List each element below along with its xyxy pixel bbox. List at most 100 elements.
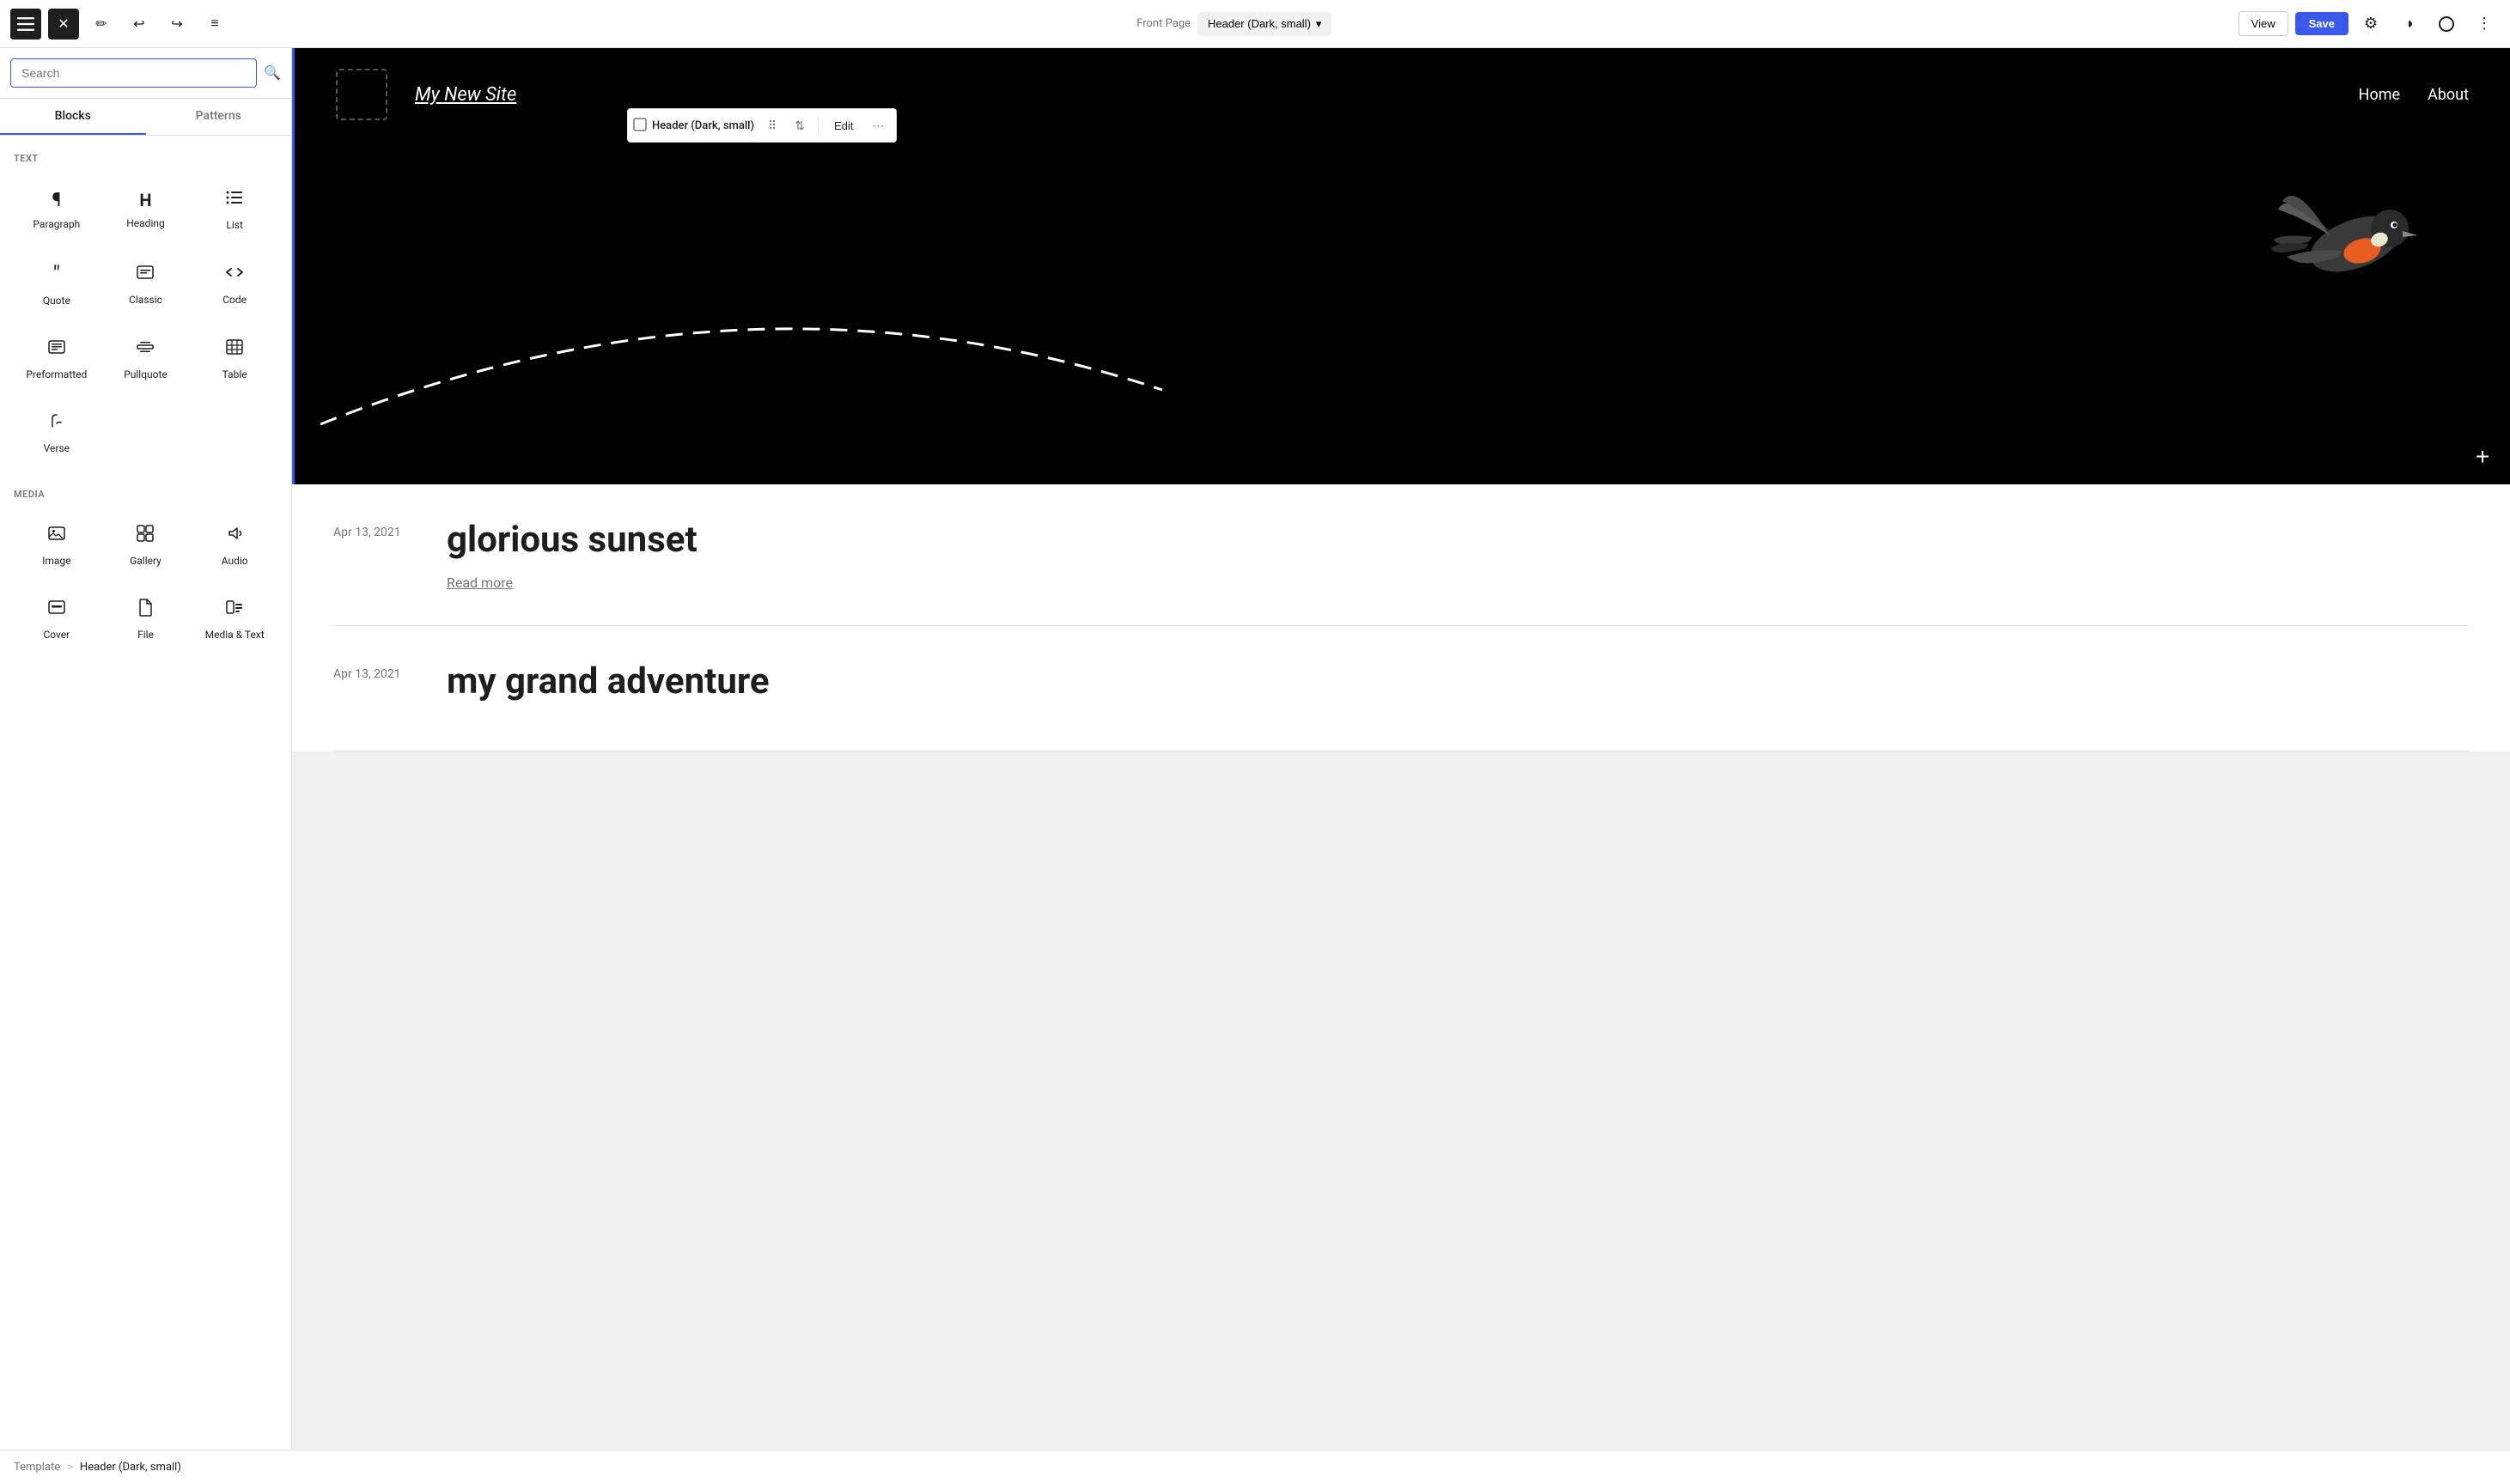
cover-icon xyxy=(47,598,66,622)
block-preformatted[interactable]: Preformatted xyxy=(14,324,100,394)
media-text-icon xyxy=(225,598,244,622)
block-pullquote[interactable]: Pullquote xyxy=(103,324,189,394)
site-navigation: Home About xyxy=(2359,86,2469,104)
edit-button[interactable]: Edit xyxy=(824,116,863,136)
heading-label: Heading xyxy=(126,217,165,229)
block-toolbar-label: Header (Dark, small) xyxy=(652,119,754,132)
settings-icon: ⚙ xyxy=(2364,15,2378,33)
add-block-button[interactable]: + xyxy=(2469,443,2496,471)
block-code[interactable]: Code xyxy=(192,248,277,320)
main-layout: 🔍 Blocks Patterns TEXT ¶ Paragraph H Hea… xyxy=(0,48,2510,1450)
block-audio[interactable]: Audio xyxy=(192,510,277,581)
sidebar-content: TEXT ¶ Paragraph H Heading List " xyxy=(0,136,291,1450)
undo-button[interactable]: ↩ xyxy=(124,9,155,40)
redo-button[interactable]: ↪ xyxy=(161,9,192,40)
plus-icon: + xyxy=(2476,443,2489,471)
canvas-area: Header (Dark, small) ⠿ ⇅ Edit ⋯ My New S… xyxy=(292,48,2510,1450)
edit-button[interactable]: ✏ xyxy=(86,9,117,40)
block-toolbar-grid-button[interactable]: ⠿ xyxy=(759,113,785,138)
search-icon: 🔍 xyxy=(264,66,281,81)
plugins-icon xyxy=(2439,16,2454,32)
more-icon: ⋮ xyxy=(2476,15,2492,33)
quote-label: Quote xyxy=(43,295,70,307)
settings-button[interactable]: ⚙ xyxy=(2355,9,2386,40)
preformatted-icon xyxy=(47,338,66,362)
toolbar-divider xyxy=(818,117,819,134)
search-input[interactable] xyxy=(10,58,257,88)
code-label: Code xyxy=(222,294,247,306)
classic-icon xyxy=(136,263,155,287)
bird-illustration xyxy=(2269,175,2441,316)
block-heading[interactable]: H Heading xyxy=(103,174,189,245)
media-blocks-grid: Image Gallery Audio xyxy=(14,510,277,654)
block-list[interactable]: List xyxy=(192,174,277,245)
pullquote-label: Pullquote xyxy=(124,368,168,380)
breadcrumb-current: Header (Dark, small) xyxy=(80,1461,181,1474)
block-image[interactable]: Image xyxy=(14,510,100,581)
bottom-bar: Template > Header (Dark, small) xyxy=(0,1450,2510,1484)
gallery-icon xyxy=(136,524,155,548)
plugins-button[interactable] xyxy=(2431,9,2462,40)
block-gallery[interactable]: Gallery xyxy=(103,510,189,581)
block-table[interactable]: Table xyxy=(192,324,277,394)
breadcrumb-separator: > xyxy=(67,1461,73,1474)
post-2-title[interactable]: my grand adventure xyxy=(447,660,2469,702)
post-1-title[interactable]: glorious sunset xyxy=(447,519,2469,561)
theme-button[interactable]: ◑ xyxy=(2393,9,2424,40)
block-media-text[interactable]: Media & Text xyxy=(192,584,277,654)
block-toolbar-more-button[interactable]: ⋯ xyxy=(865,113,891,138)
image-icon xyxy=(47,524,66,548)
edit-icon: ✏ xyxy=(95,15,107,33)
chevron-down-icon: ▾ xyxy=(1316,17,1322,31)
table-label: Table xyxy=(222,368,247,380)
template-selector[interactable]: Header (Dark, small) ▾ xyxy=(1197,12,1331,36)
close-icon: ✕ xyxy=(58,15,69,33)
close-button[interactable]: ✕ xyxy=(48,9,79,40)
block-file[interactable]: File xyxy=(103,584,189,654)
arrows-icon: ⇅ xyxy=(795,119,805,133)
search-button[interactable]: 🔍 xyxy=(264,64,281,82)
block-quote[interactable]: " Quote xyxy=(14,248,100,320)
block-paragraph[interactable]: ¶ Paragraph xyxy=(14,174,100,245)
block-cover[interactable]: Cover xyxy=(14,584,100,654)
nav-about[interactable]: About xyxy=(2428,86,2469,104)
code-icon xyxy=(225,263,244,287)
image-label: Image xyxy=(42,555,70,567)
tab-patterns[interactable]: Patterns xyxy=(146,99,292,135)
view-button[interactable]: View xyxy=(2239,11,2288,36)
search-bar: 🔍 xyxy=(0,48,291,99)
tab-blocks[interactable]: Blocks xyxy=(0,99,146,135)
sidebar: 🔍 Blocks Patterns TEXT ¶ Paragraph H Hea… xyxy=(0,48,292,1450)
block-classic[interactable]: Classic xyxy=(103,248,189,320)
list-view-icon: ≡ xyxy=(210,16,218,32)
nav-home[interactable]: Home xyxy=(2359,86,2400,104)
text-blocks-grid: ¶ Paragraph H Heading List " Quote xyxy=(14,174,277,468)
block-toolbar-template-icon xyxy=(633,118,647,134)
heading-icon: H xyxy=(139,190,151,210)
block-verse[interactable]: Verse xyxy=(14,398,100,468)
content-section: Apr 13, 2021 glorious sunset Read more A… xyxy=(292,484,2510,751)
quote-icon: " xyxy=(53,262,60,288)
save-button[interactable]: Save xyxy=(2295,12,2349,35)
site-logo-placeholder xyxy=(336,69,387,120)
post-item-2: Apr 13, 2021 my grand adventure xyxy=(333,626,2469,751)
hero-section: + xyxy=(292,141,2510,484)
list-view-button[interactable]: ≡ xyxy=(199,9,230,40)
audio-icon xyxy=(225,524,244,548)
dashed-arc xyxy=(320,270,1179,441)
file-icon xyxy=(136,598,155,622)
media-text-label: Media & Text xyxy=(205,629,265,641)
paragraph-icon: ¶ xyxy=(52,190,61,211)
more-options-button[interactable]: ⋮ xyxy=(2469,9,2500,40)
undo-icon: ↩ xyxy=(133,15,144,33)
block-toolbar-arrows-button[interactable]: ⇅ xyxy=(787,113,813,138)
grid-icon: ⠿ xyxy=(768,119,777,133)
audio-label: Audio xyxy=(222,555,248,567)
paragraph-label: Paragraph xyxy=(33,218,80,230)
wp-logo[interactable] xyxy=(10,9,41,40)
gallery-label: Gallery xyxy=(130,555,161,567)
post-1-readmore[interactable]: Read more xyxy=(447,575,513,591)
breadcrumb-template[interactable]: Template xyxy=(14,1461,60,1474)
preformatted-label: Preformatted xyxy=(26,368,87,380)
page-label: Front Page xyxy=(1136,17,1191,30)
